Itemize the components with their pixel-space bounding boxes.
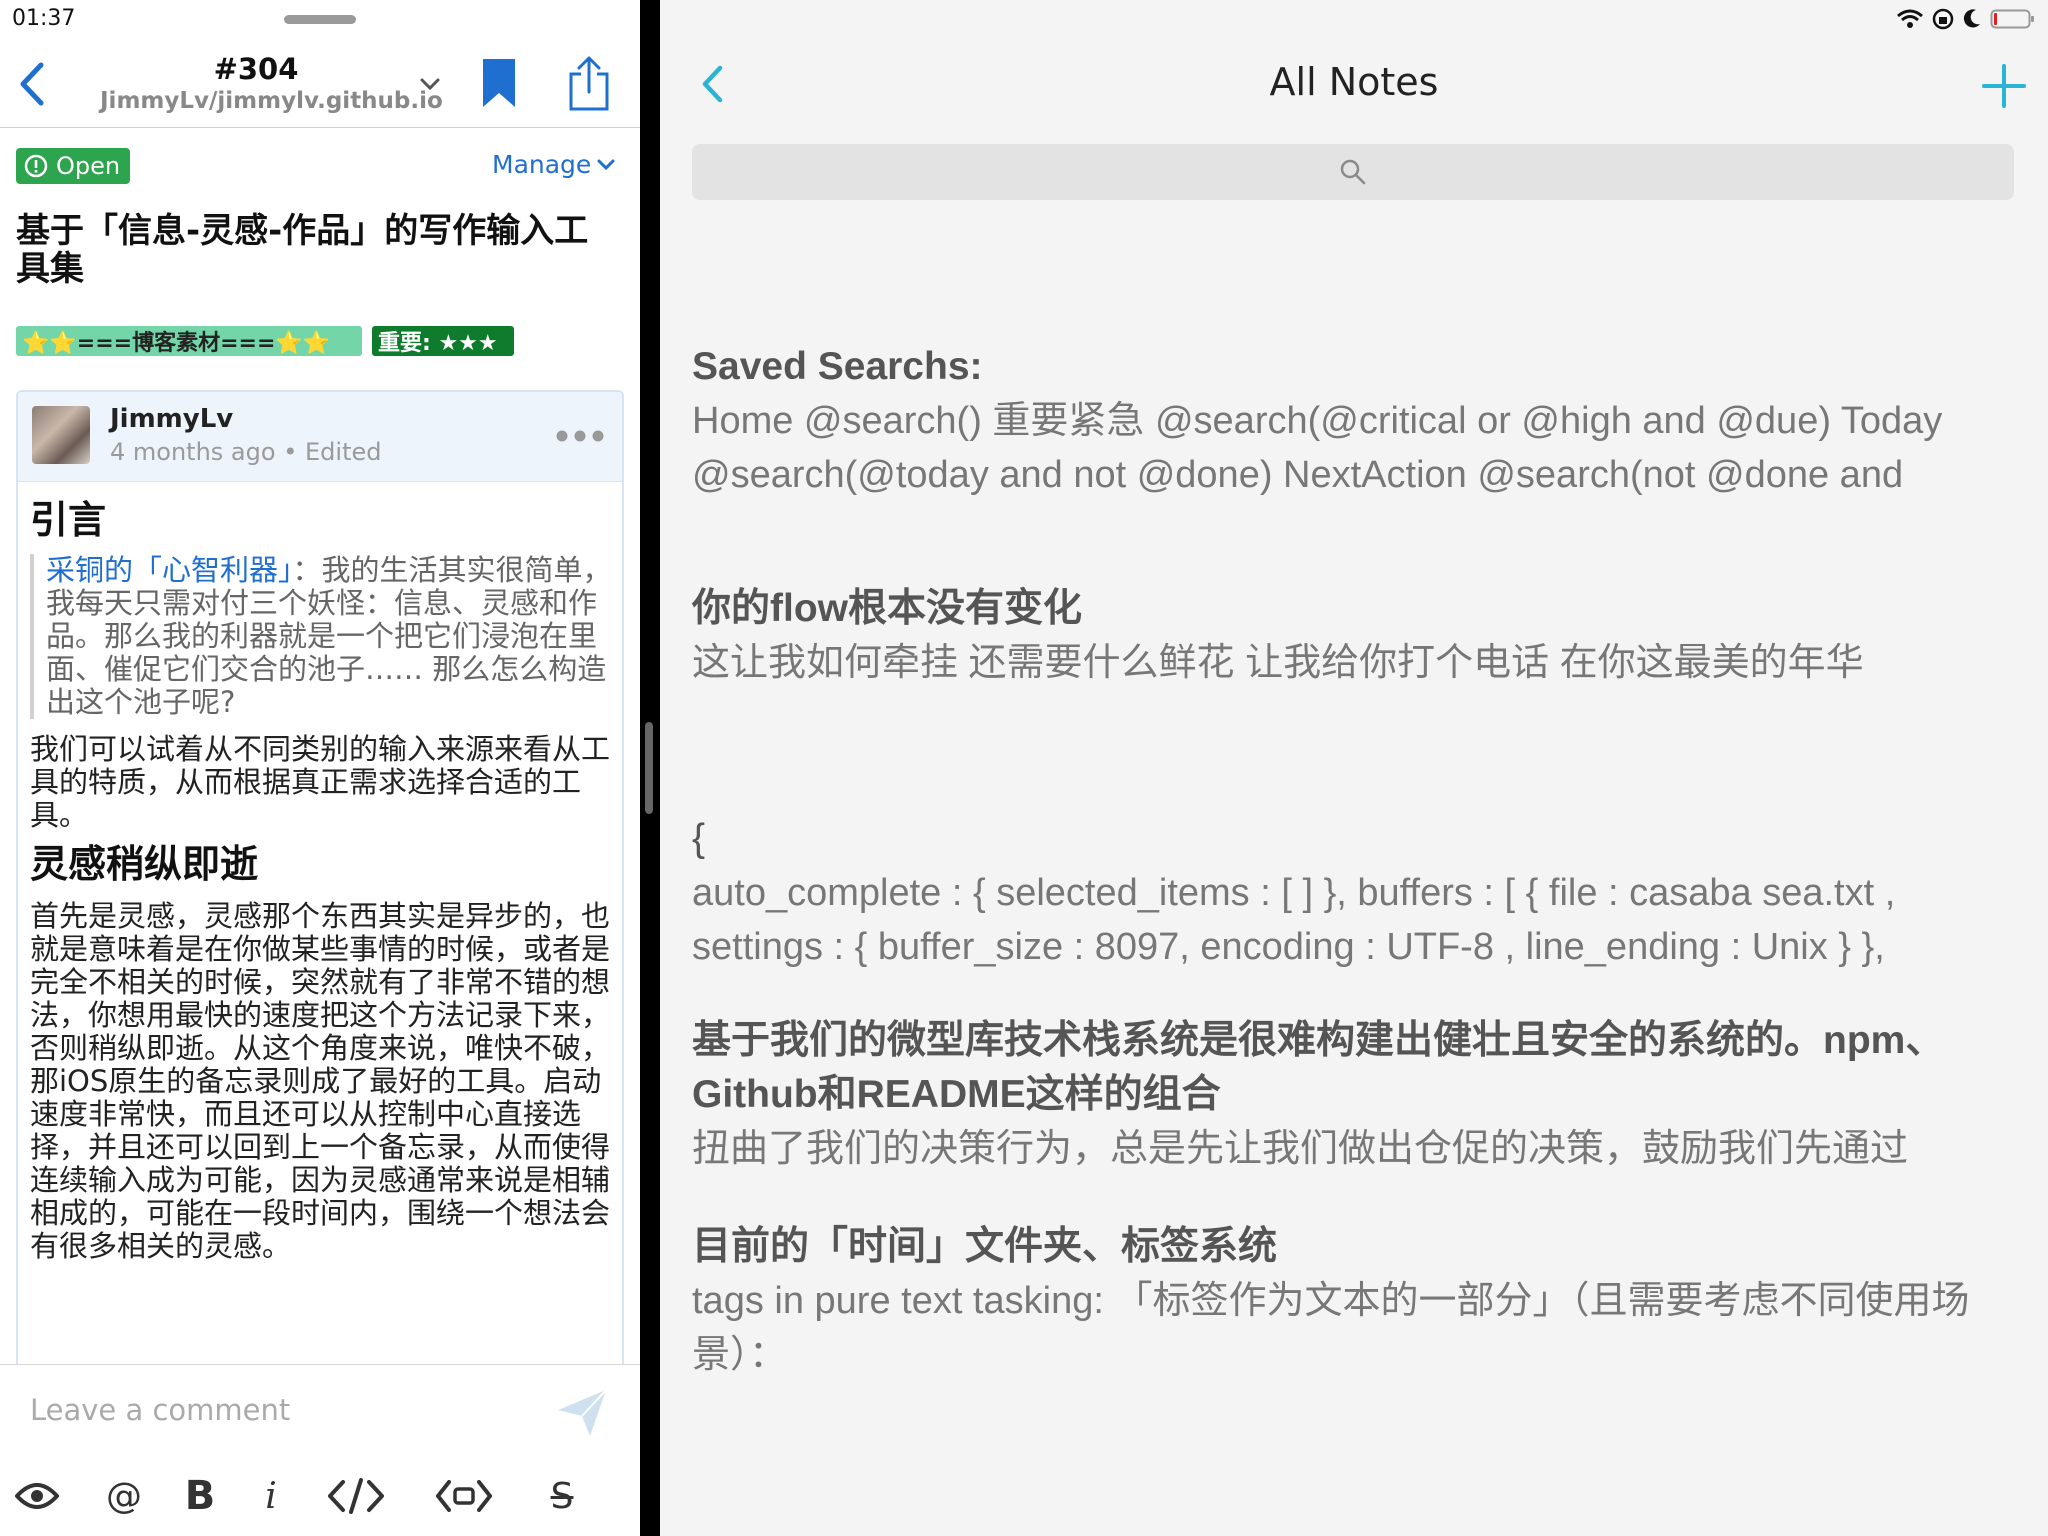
comment-header: JimmyLv 4 months ago • Edited: [18, 392, 622, 482]
italic-icon: i: [265, 1475, 277, 1517]
repo-name[interactable]: JimmyLv/jimmylv.github.io: [100, 88, 443, 114]
comment-author[interactable]: JimmyLv: [110, 404, 233, 434]
notes-pane: All Notes Saved Searchs: Home @search() …: [660, 0, 2048, 1536]
code-button[interactable]: [326, 1471, 386, 1521]
issue-label[interactable]: 重要: ★★★: [372, 326, 514, 356]
share-button[interactable]: [564, 54, 614, 114]
avatar[interactable]: [32, 406, 90, 464]
orientation-lock-icon: [1932, 8, 1954, 30]
heading-intro: 引言: [30, 498, 107, 542]
strikethrough-icon: S: [550, 1475, 574, 1517]
bold-button[interactable]: B: [178, 1471, 222, 1521]
paragraph: 首先是灵感，灵感那个东西其实是异步的，也就是意味着是在你做某些事情的时候，或者是…: [30, 899, 611, 1263]
bookmark-button[interactable]: [476, 54, 522, 112]
chevron-down-icon: [420, 78, 440, 91]
issue-state-label: Open: [56, 152, 121, 180]
note-title: {: [692, 817, 706, 860]
wifi-icon: [1897, 9, 1923, 28]
issue-title: 基于「信息-灵感-作品」的写作输入工具集: [16, 211, 589, 289]
note-body: auto_complete : { selected_items : [ ] }…: [692, 872, 1896, 968]
bold-icon: B: [184, 1473, 216, 1519]
plus-icon: [1982, 64, 2026, 108]
status-time: 01:37: [12, 6, 76, 31]
code-icon: [328, 1478, 384, 1514]
repo-menu-button[interactable]: [414, 70, 446, 98]
send-button[interactable]: [552, 1383, 612, 1443]
comment-time: 4 months ago: [110, 438, 276, 466]
mention-icon: @: [106, 1475, 142, 1517]
code-block-icon: [436, 1480, 492, 1512]
note-item[interactable]: 你的flow根本没有变化 这让我如何牵挂 还需要什么鲜花 让我给你打个电话 在你…: [692, 582, 2022, 690]
note-body: Home @search() 重要紧急 @search(@critical or…: [692, 400, 1943, 496]
issue-nav-bar: #304 JimmyLv/jimmylv.github.io: [0, 40, 640, 128]
notes-list: Saved Searchs: Home @search() 重要紧急 @sear…: [692, 340, 2022, 1382]
eye-icon: [15, 1483, 59, 1509]
issue-opened-icon: [24, 154, 48, 178]
note-item[interactable]: { auto_complete : { selected_items : [ ]…: [692, 812, 2022, 974]
strikethrough-button[interactable]: S: [540, 1471, 584, 1521]
note-item[interactable]: 基于我们的微型库技术栈系统是很难构建出健壮且安全的系统的。npm、Github和…: [692, 1014, 2022, 1176]
note-body: 这让我如何牵挂 还需要什么鲜花 让我给你打个电话 在你这最美的年华: [692, 642, 1864, 684]
comment-card: JimmyLv 4 months ago • Edited 引言 采铜的「心智利…: [16, 390, 624, 1390]
bookmark-icon: [483, 59, 515, 107]
note-body: tags in pure text tasking: 「标签作为文本的一部分」（…: [692, 1280, 1970, 1376]
edited-label[interactable]: Edited: [305, 438, 381, 466]
comment-more-button[interactable]: [552, 416, 608, 456]
send-icon: [558, 1389, 607, 1436]
comment-input[interactable]: Leave a comment: [30, 1393, 290, 1427]
issue-number: #304: [213, 52, 299, 86]
more-dots-icon: [556, 430, 604, 442]
add-note-button[interactable]: [1976, 60, 2032, 112]
code-block-button[interactable]: [434, 1471, 494, 1521]
manage-button[interactable]: Manage: [492, 150, 615, 179]
chevron-left-icon: [20, 62, 44, 106]
note-body: 扭曲了我们的决策行为，总是先让我们做出仓促的决策，鼓励我们先通过: [692, 1128, 1909, 1170]
search-input[interactable]: [692, 144, 2014, 200]
page-title: All Notes: [1269, 60, 1439, 104]
note-title: 基于我们的微型库技术栈系统是很难构建出健壮且安全的系统的。npm、Github和…: [692, 1019, 1945, 1116]
comment-composer: Leave a comment @ B i S: [0, 1364, 640, 1536]
note-title: 你的flow根本没有变化: [692, 587, 1082, 630]
quote-link[interactable]: 采铜的「心智利器」: [46, 553, 293, 587]
battery-icon: [1990, 9, 2034, 29]
issue-pane: 01:37 #304 JimmyLv/jimmylv.github.io Ope…: [0, 0, 640, 1536]
mention-button[interactable]: @: [100, 1471, 148, 1521]
manage-label: Manage: [492, 150, 592, 179]
blockquote: 采铜的「心智利器」：我的生活其实很简单，我每天只需对付三个妖怪：信息、灵感和作品…: [30, 554, 614, 719]
meta-separator: •: [283, 438, 298, 466]
heading-inspiration: 灵感稍纵即逝: [30, 842, 259, 886]
comment-body: 引言 采铜的「心智利器」：我的生活其实很简单，我每天只需对付三个妖怪：信息、灵感…: [30, 498, 614, 1263]
note-item[interactable]: 目前的「时间」文件夹、标签系统 tags in pure text taskin…: [692, 1220, 2022, 1382]
issue-label[interactable]: ⭐⭐===博客素材===⭐⭐: [16, 326, 362, 356]
note-item[interactable]: Saved Searchs: Home @search() 重要紧急 @sear…: [692, 340, 2022, 502]
share-icon: [569, 56, 609, 111]
preview-button[interactable]: [12, 1471, 62, 1521]
chevron-down-icon: [597, 159, 615, 170]
back-button[interactable]: [10, 58, 54, 110]
paragraph: 我们可以试着从不同类别的输入来源来看从工具的特质，从而根据真正需求选择合适的工具…: [30, 732, 611, 832]
note-title: Saved Searchs:: [692, 345, 983, 388]
issue-state-badge: Open: [16, 148, 131, 184]
comment-meta: 4 months ago • Edited: [110, 438, 381, 466]
markdown-toolbar: @ B i S: [0, 1465, 640, 1525]
split-view-divider[interactable]: [645, 722, 653, 814]
multitasking-grabber[interactable]: [284, 15, 356, 24]
search-icon: [1340, 159, 1366, 185]
note-title: 目前的「时间」文件夹、标签系统: [692, 1225, 1278, 1268]
moon-icon: [1963, 9, 1980, 28]
status-icons: [1896, 8, 2036, 30]
italic-button[interactable]: i: [256, 1471, 286, 1521]
